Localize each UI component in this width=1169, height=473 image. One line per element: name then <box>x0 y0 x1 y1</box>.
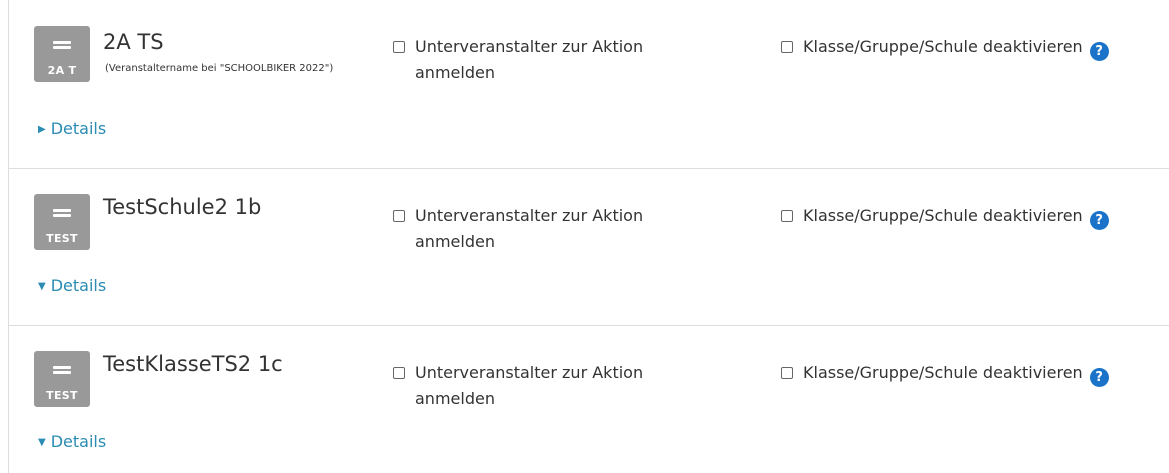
register-suborganizer-label: Unterveranstalter zur Aktion anmelden <box>415 206 644 251</box>
stack-icon <box>53 209 71 219</box>
group-avatar: 2A T <box>34 26 90 82</box>
deactivate-group-option[interactable]: Klasse/Gruppe/Schule deaktivieren? <box>781 203 1166 230</box>
help-icon[interactable]: ? <box>1089 42 1109 61</box>
stack-icon <box>53 366 71 376</box>
register-suborganizer-option[interactable]: Unterveranstalter zur Aktion anmelden <box>393 34 713 86</box>
group-card: 2A T 2A TS (Veranstaltername bei "SCHOOL… <box>8 0 1169 169</box>
register-suborganizer-checkbox[interactable] <box>393 367 405 379</box>
register-suborganizer-checkbox[interactable] <box>393 41 405 53</box>
deactivate-group-checkbox[interactable] <box>781 41 793 53</box>
avatar-tag: 2A T <box>47 64 77 77</box>
register-suborganizer-label: Unterveranstalter zur Aktion anmelden <box>415 37 644 82</box>
group-name: 2A TS <box>103 30 164 54</box>
avatar-tag: TEST <box>46 232 78 245</box>
group-avatar: TEST <box>34 194 90 250</box>
help-icon[interactable]: ? <box>1089 211 1109 230</box>
group-card: TEST TestSchule2 1b Unterveranstalter zu… <box>8 169 1169 326</box>
help-icon[interactable]: ? <box>1089 368 1109 387</box>
deactivate-group-checkbox[interactable] <box>781 367 793 379</box>
organizer-name: (Veranstaltername bei "SCHOOLBIKER 2022"… <box>105 63 334 74</box>
avatar-tag: TEST <box>46 389 78 402</box>
deactivate-group-label: Klasse/Gruppe/Schule deaktivieren <box>803 37 1083 56</box>
deactivate-group-label: Klasse/Gruppe/Schule deaktivieren <box>803 363 1083 382</box>
register-suborganizer-option[interactable]: Unterveranstalter zur Aktion anmelden <box>393 203 713 255</box>
group-card: TEST TestKlasseTS2 1c Unterveranstalter … <box>8 326 1169 473</box>
details-label: Details <box>50 276 107 295</box>
caret-right-icon: ▶ <box>38 124 46 135</box>
group-name: TestSchule2 1b <box>103 195 262 219</box>
deactivate-group-checkbox[interactable] <box>781 210 793 222</box>
details-label: Details <box>50 432 107 451</box>
deactivate-group-label: Klasse/Gruppe/Schule deaktivieren <box>803 206 1083 225</box>
details-toggle[interactable]: ▶ Details <box>38 119 106 138</box>
details-toggle[interactable]: ▼ Details <box>38 432 106 451</box>
details-label: Details <box>50 119 107 138</box>
group-list: 2A T 2A TS (Veranstaltername bei "SCHOOL… <box>8 0 1169 473</box>
register-suborganizer-option[interactable]: Unterveranstalter zur Aktion anmelden <box>393 360 713 412</box>
group-name: TestKlasseTS2 1c <box>103 352 283 376</box>
register-suborganizer-checkbox[interactable] <box>393 210 405 222</box>
caret-down-icon: ▼ <box>38 437 46 448</box>
stack-icon <box>53 41 71 51</box>
group-avatar: TEST <box>34 351 90 407</box>
deactivate-group-option[interactable]: Klasse/Gruppe/Schule deaktivieren? <box>781 360 1166 387</box>
caret-down-icon: ▼ <box>38 281 46 292</box>
register-suborganizer-label: Unterveranstalter zur Aktion anmelden <box>415 363 644 408</box>
deactivate-group-option[interactable]: Klasse/Gruppe/Schule deaktivieren? <box>781 34 1166 61</box>
details-toggle[interactable]: ▼ Details <box>38 276 106 295</box>
